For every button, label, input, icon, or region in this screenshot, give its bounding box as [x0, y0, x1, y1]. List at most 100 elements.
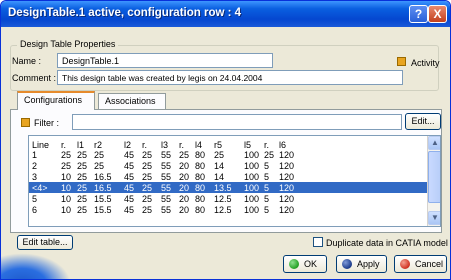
table-row[interactable]: 1 25 25 25 45 25 55 25 80 25 100 25 120 [29, 149, 430, 160]
table-cell[interactable]: 16.5 [94, 183, 112, 193]
table-row[interactable]: 2 25 25 25 45 25 55 20 80 14 100 5 120 [29, 160, 430, 171]
table-cell[interactable]: <4> [32, 183, 48, 193]
table-cell[interactable]: 20 [179, 183, 189, 193]
activity-label[interactable]: Activity [411, 58, 440, 68]
table-cell[interactable]: 15.5 [94, 194, 112, 204]
table-cell[interactable]: 5 [264, 172, 269, 182]
table-cell[interactable]: 1 [32, 150, 37, 160]
table-cell[interactable]: 5 [32, 194, 37, 204]
table-cell[interactable]: 100 [244, 205, 259, 215]
table-cell[interactable]: 80 [195, 205, 205, 215]
table-cell[interactable]: 5 [264, 161, 269, 171]
edit-table-button[interactable]: Edit table... [17, 235, 73, 250]
table-cell[interactable]: 5 [264, 194, 269, 204]
filter-edit-button[interactable]: Edit... [405, 113, 441, 130]
table-cell[interactable]: 6 [32, 205, 37, 215]
table-cell[interactable]: 25 [214, 150, 224, 160]
table-cell[interactable]: 100 [244, 161, 259, 171]
table-cell[interactable]: 80 [195, 161, 205, 171]
table-cell[interactable]: 25 [94, 161, 104, 171]
table-cell[interactable]: 25 [77, 161, 87, 171]
table-cell[interactable]: 12.5 [214, 205, 232, 215]
table-cell[interactable]: 45 [124, 205, 134, 215]
table-cell[interactable]: 13.5 [214, 183, 232, 193]
comment-field[interactable]: This design table was created by legis o… [57, 70, 403, 85]
table-cell[interactable]: 25 [142, 194, 152, 204]
ok-button[interactable]: OK [283, 255, 327, 273]
table-cell[interactable]: 25 [142, 183, 152, 193]
table-cell[interactable]: 10 [61, 194, 71, 204]
table-row[interactable]: 3 10 25 16.5 45 25 55 20 80 14 100 5 120 [29, 171, 430, 182]
table-cell[interactable]: 25 [264, 150, 274, 160]
filter-input[interactable] [72, 114, 402, 130]
table-cell[interactable]: 55 [161, 150, 171, 160]
table-cell[interactable]: 12.5 [214, 194, 232, 204]
table-scrollbar[interactable]: ▲ ▼ [427, 136, 440, 226]
table-cell[interactable]: 25 [77, 150, 87, 160]
table-cell[interactable]: 25 [77, 183, 87, 193]
configurations-table[interactable]: Line r. l1 r2 l2 r. l3 r. l4 r5 l5 r. l6… [28, 135, 441, 227]
table-cell[interactable]: 25 [142, 150, 152, 160]
table-cell[interactable]: 25 [77, 205, 87, 215]
scroll-up-icon[interactable]: ▲ [428, 136, 440, 150]
table-cell[interactable]: 25 [142, 172, 152, 182]
table-cell[interactable]: 55 [161, 183, 171, 193]
table-row-selected[interactable]: <4> 10 25 16.5 45 25 55 20 80 13.5 100 5 120 [29, 182, 430, 193]
tab-configurations[interactable]: Configurations [17, 91, 95, 110]
duplicate-data-checkbox[interactable] [313, 237, 323, 247]
table-cell[interactable]: 120 [279, 161, 294, 171]
table-cell[interactable]: 25 [77, 194, 87, 204]
table-cell[interactable]: 120 [279, 183, 294, 193]
table-cell[interactable]: 120 [279, 194, 294, 204]
table-cell[interactable]: 10 [61, 183, 71, 193]
table-cell[interactable]: 2 [32, 161, 37, 171]
table-cell[interactable]: 80 [195, 183, 205, 193]
table-cell[interactable]: 25 [142, 205, 152, 215]
table-cell[interactable]: 120 [279, 150, 294, 160]
table-cell[interactable]: 5 [264, 205, 269, 215]
table-cell[interactable]: 55 [161, 205, 171, 215]
table-cell[interactable]: 45 [124, 194, 134, 204]
close-button[interactable]: X [428, 5, 447, 23]
table-cell[interactable]: 100 [244, 183, 259, 193]
table-cell[interactable]: 25 [142, 161, 152, 171]
tab-associations[interactable]: Associations [98, 93, 166, 109]
title-bar[interactable]: DesignTable.1 active, configuration row … [1, 1, 450, 27]
table-cell[interactable]: 14 [214, 172, 224, 182]
table-cell[interactable]: 16.5 [94, 172, 112, 182]
table-cell[interactable]: 120 [279, 172, 294, 182]
table-cell[interactable]: 25 [77, 172, 87, 182]
scroll-down-icon[interactable]: ▼ [428, 211, 440, 225]
table-cell[interactable]: 55 [161, 172, 171, 182]
table-cell[interactable]: 80 [195, 194, 205, 204]
cancel-button[interactable]: Cancel [394, 255, 447, 273]
table-cell[interactable]: 80 [195, 172, 205, 182]
table-cell[interactable]: 10 [61, 172, 71, 182]
table-cell[interactable]: 25 [61, 161, 71, 171]
table-cell[interactable]: 20 [179, 161, 189, 171]
table-row[interactable]: 5 10 25 15.5 45 25 55 20 80 12.5 100 5 120 [29, 193, 430, 204]
table-cell[interactable]: 100 [244, 194, 259, 204]
table-cell[interactable]: 20 [179, 172, 189, 182]
table-row[interactable]: 6 10 25 15.5 45 25 55 20 80 12.5 100 5 120 [29, 204, 430, 215]
table-cell[interactable]: 10 [61, 205, 71, 215]
table-cell[interactable]: 5 [264, 183, 269, 193]
table-cell[interactable]: 25 [179, 150, 189, 160]
table-cell[interactable]: 45 [124, 150, 134, 160]
table-cell[interactable]: 15.5 [94, 205, 112, 215]
table-cell[interactable]: 100 [244, 172, 259, 182]
table-cell[interactable]: 20 [179, 205, 189, 215]
table-cell[interactable]: 45 [124, 183, 134, 193]
table-cell[interactable]: 45 [124, 161, 134, 171]
help-button[interactable]: ? [409, 5, 428, 23]
table-cell[interactable]: 80 [195, 150, 205, 160]
table-cell[interactable]: 3 [32, 172, 37, 182]
table-cell[interactable]: 20 [179, 194, 189, 204]
name-field[interactable]: DesignTable.1 [57, 53, 273, 68]
scroll-thumb[interactable] [428, 151, 440, 203]
table-cell[interactable]: 14 [214, 161, 224, 171]
apply-button[interactable]: Apply [336, 255, 387, 273]
table-cell[interactable]: 25 [94, 150, 104, 160]
table-cell[interactable]: 100 [244, 150, 259, 160]
table-cell[interactable]: 45 [124, 172, 134, 182]
